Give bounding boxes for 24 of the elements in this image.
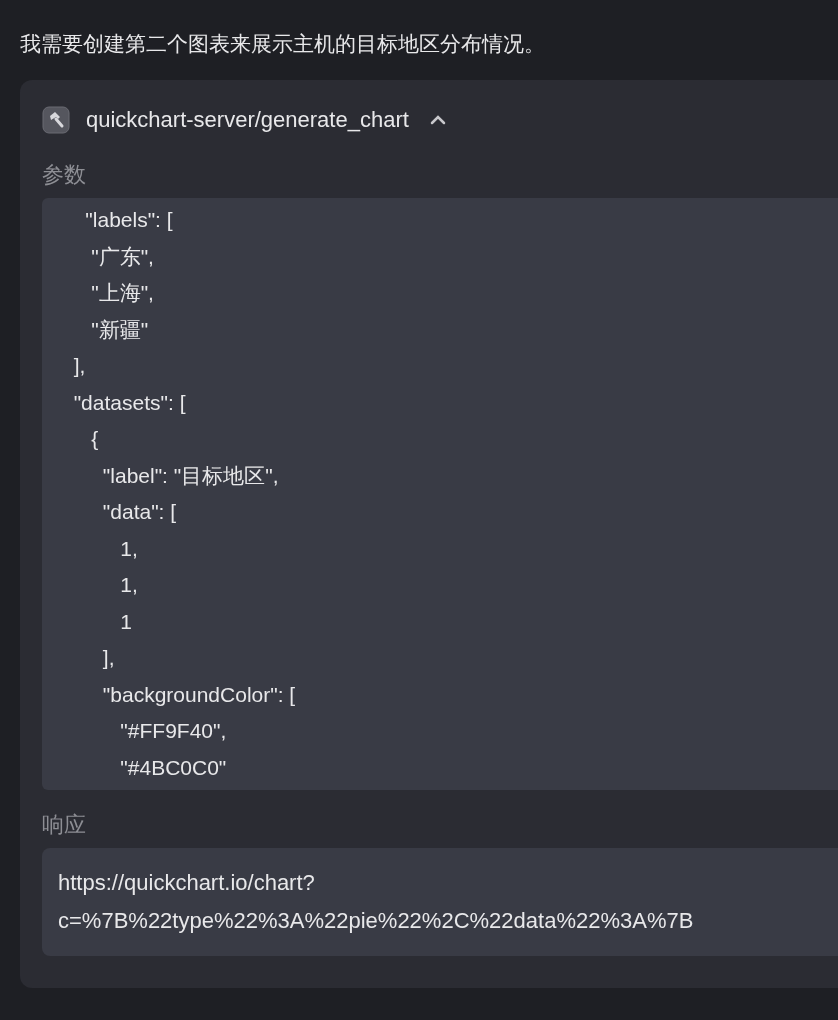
hammer-icon — [42, 106, 70, 134]
response-line: https://quickchart.io/chart? — [58, 869, 316, 897]
response-label: 响应 — [42, 811, 87, 839]
code-line: "上海", — [90, 280, 155, 306]
code-line: { — [90, 426, 100, 452]
chevron-up-icon — [428, 114, 447, 126]
code-line: ], — [101, 645, 116, 671]
code-line: 1 — [119, 608, 134, 635]
code-line: "新疆" — [90, 316, 150, 343]
code-line: "labels": [ — [84, 207, 174, 233]
code-line: "#4BC0C0" — [119, 754, 228, 781]
code-line: 1, — [119, 572, 139, 598]
response-line: c=%7B%22type%22%3A%22pie%22%2C%22data%22%3A%7B — [58, 907, 695, 935]
message-text: 我需要创建第二个图表来展示主机的目标地区分布情况。 — [20, 31, 546, 57]
code-line: "#FF9F40", — [119, 718, 228, 744]
code-line: ], — [72, 353, 87, 379]
code-line: "广东", — [90, 243, 155, 270]
code-line: "datasets": [ — [72, 389, 187, 416]
params-label: 参数 — [42, 161, 87, 189]
code-line: "backgroundColor": [ — [101, 681, 297, 708]
code-line: "label": "目标地区", — [101, 462, 280, 489]
tool-name: quickchart-server/generate_chart — [86, 107, 409, 133]
code-line: "data": [ — [101, 499, 178, 525]
code-line: 1, — [119, 535, 139, 562]
